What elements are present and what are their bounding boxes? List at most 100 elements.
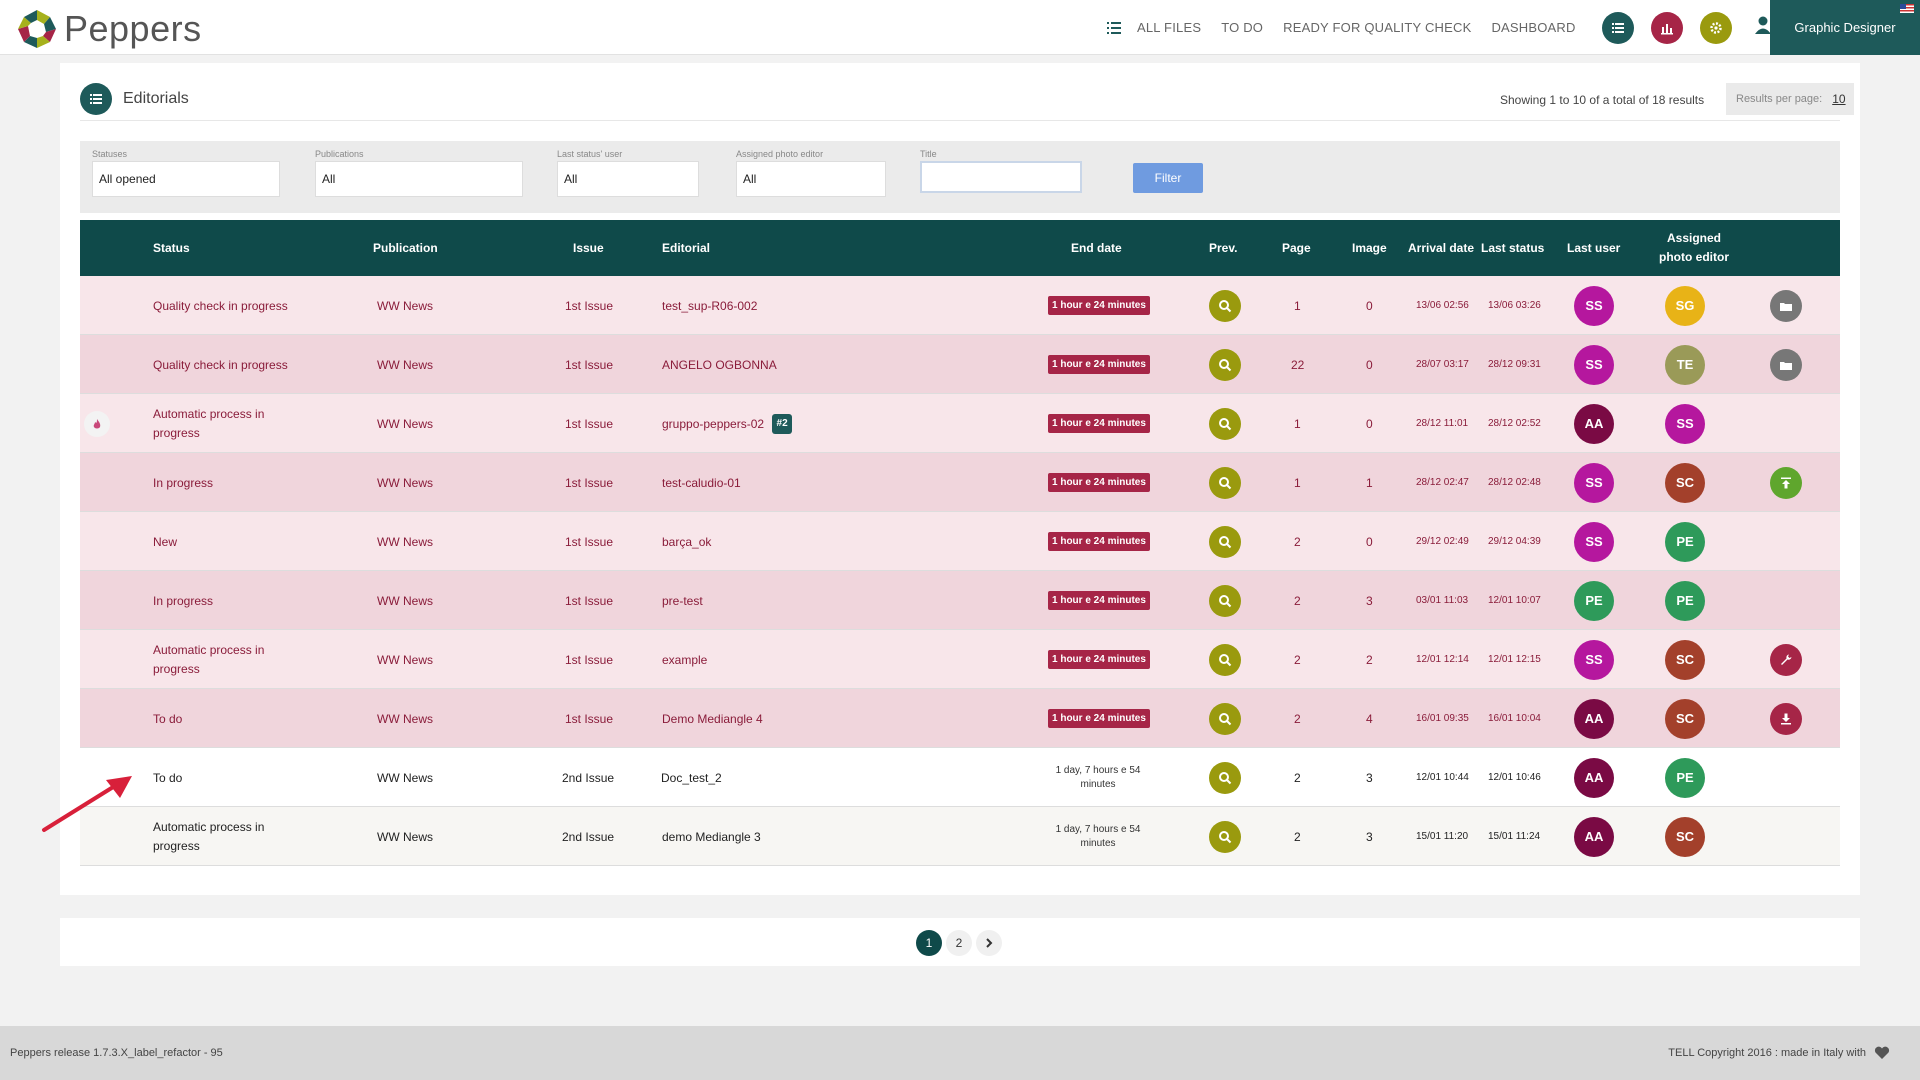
preview-button[interactable] — [1209, 289, 1241, 322]
preview-button[interactable] — [1209, 525, 1241, 558]
col-photo-editor[interactable]: Assigned photo editor — [1644, 220, 1744, 276]
row-editorial[interactable]: gruppo-peppers-02 — [662, 417, 764, 431]
publications-select[interactable]: All — [315, 161, 523, 197]
table-row[interactable]: Automatic process in progress WW News 2n… — [80, 807, 1840, 866]
col-last-user[interactable]: Last user — [1567, 220, 1620, 276]
col-issue[interactable]: Issue — [573, 220, 604, 276]
us-flag-icon[interactable] — [1900, 4, 1914, 13]
list-icon[interactable] — [1105, 19, 1123, 37]
filter-button[interactable]: Filter — [1133, 163, 1203, 193]
avatar[interactable]: SC — [1665, 698, 1705, 739]
row-editorial[interactable]: barça_ok — [662, 512, 711, 571]
table-row[interactable]: To do WW News 1st Issue Demo Mediangle 4… — [80, 689, 1840, 748]
col-page[interactable]: Page — [1282, 220, 1311, 276]
row-editorial[interactable]: test_sup-R06-002 — [662, 276, 757, 335]
avatar[interactable]: AA — [1574, 403, 1614, 444]
avatar[interactable]: AA — [1574, 698, 1614, 739]
page-2-button[interactable]: 2 — [946, 930, 972, 956]
upload-button[interactable] — [1770, 466, 1802, 499]
download-icon — [1781, 713, 1791, 724]
avatar[interactable]: SS — [1574, 462, 1614, 503]
table-row[interactable]: Automatic process in progress WW News 1s… — [80, 630, 1840, 689]
photo-editor-select[interactable]: All — [736, 161, 886, 197]
avatar[interactable]: TE — [1665, 344, 1705, 385]
avatar[interactable]: PE — [1665, 757, 1705, 798]
user-role: Graphic Designer — [1794, 20, 1896, 35]
row-editorial[interactable]: demo Mediangle 3 — [662, 807, 761, 866]
open-folder-button[interactable] — [1770, 289, 1802, 322]
avatar[interactable]: SG — [1665, 285, 1705, 326]
table-row[interactable]: To do WW News 2nd Issue Doc_test_2 1 day… — [80, 748, 1840, 807]
settings-button[interactable] — [1700, 12, 1732, 44]
avatar[interactable]: AA — [1574, 757, 1614, 798]
last-status-user-select[interactable]: All — [557, 161, 699, 197]
row-editorial[interactable]: test-caludio-01 — [662, 453, 741, 512]
col-editorial[interactable]: Editorial — [662, 220, 710, 276]
list-view-button[interactable] — [1602, 12, 1634, 44]
statuses-select[interactable]: All opened — [92, 161, 280, 197]
col-last-status[interactable]: Last status — [1481, 220, 1544, 276]
search-icon — [1219, 299, 1232, 312]
table-row[interactable]: Quality check in progress WW News 1st Is… — [80, 276, 1840, 335]
page-1-button[interactable]: 1 — [916, 930, 942, 956]
preview-button[interactable] — [1209, 466, 1241, 499]
nav-to-do[interactable]: TO DO — [1221, 20, 1263, 35]
row-page: 1 — [1294, 416, 1301, 431]
next-page-button[interactable] — [976, 930, 1002, 956]
row-publication: WW News — [377, 298, 433, 313]
folder-icon — [1780, 302, 1792, 311]
row-editorial[interactable]: pre-test — [662, 571, 703, 630]
nav-dashboard[interactable]: DASHBOARD — [1491, 20, 1575, 35]
avatar[interactable]: SS — [1665, 403, 1705, 444]
preview-button[interactable] — [1209, 702, 1241, 735]
user-role-tab[interactable]: Graphic Designer — [1770, 0, 1920, 55]
end-date-badge: 1 hour e 24 minutes — [1048, 414, 1150, 433]
table-row[interactable]: Quality check in progress WW News 1st Is… — [80, 335, 1840, 394]
row-image: 3 — [1366, 593, 1373, 608]
avatar[interactable]: SS — [1574, 521, 1614, 562]
row-editorial[interactable]: ANGELO OGBONNA — [662, 335, 777, 394]
results-per-page-value[interactable]: 10 — [1832, 92, 1845, 106]
stats-button[interactable] — [1651, 12, 1683, 44]
avatar[interactable]: AA — [1574, 816, 1614, 857]
table-row[interactable]: Automatic process in progress WW News 1s… — [80, 394, 1840, 453]
col-arrival-date[interactable]: Arrival date — [1408, 220, 1474, 276]
download-button[interactable] — [1770, 702, 1802, 735]
row-editorial[interactable]: Doc_test_2 — [661, 748, 722, 807]
avatar[interactable]: PE — [1665, 580, 1705, 621]
tools-button[interactable] — [1770, 643, 1802, 676]
row-editorial[interactable]: Demo Mediangle 4 — [662, 689, 763, 748]
row-issue: 1st Issue — [565, 593, 614, 608]
col-status[interactable]: Status — [153, 220, 190, 276]
title-input[interactable] — [920, 161, 1082, 193]
avatar[interactable]: SC — [1665, 639, 1705, 680]
app-logo[interactable]: Peppers — [16, 8, 202, 50]
avatar[interactable]: PE — [1574, 580, 1614, 621]
nav-ready-for-quality-check[interactable]: READY FOR QUALITY CHECK — [1283, 20, 1471, 35]
table-row[interactable]: In progress WW News 1st Issue pre-test 1… — [80, 571, 1840, 630]
avatar[interactable]: SS — [1574, 344, 1614, 385]
avatar[interactable]: SS — [1574, 285, 1614, 326]
col-end-date[interactable]: End date — [1071, 220, 1122, 276]
row-editorial[interactable]: example — [662, 630, 707, 689]
nav-all-files[interactable]: ALL FILES — [1137, 20, 1201, 35]
row-page: 2 — [1294, 593, 1301, 608]
col-publication[interactable]: Publication — [373, 220, 438, 276]
row-page: 2 — [1294, 829, 1301, 844]
avatar[interactable]: SC — [1665, 816, 1705, 857]
avatar[interactable]: SC — [1665, 462, 1705, 503]
preview-button[interactable] — [1209, 584, 1241, 617]
preview-button[interactable] — [1209, 348, 1241, 381]
preview-button[interactable] — [1209, 407, 1241, 440]
col-image[interactable]: Image — [1352, 220, 1387, 276]
avatar[interactable]: SS — [1574, 639, 1614, 680]
preview-button[interactable] — [1209, 643, 1241, 676]
preview-button[interactable] — [1209, 820, 1241, 853]
table-row[interactable]: New WW News 1st Issue barça_ok 1 hour e … — [80, 512, 1840, 571]
results-per-page[interactable]: Results per page: 10 — [1726, 83, 1854, 115]
last-status-user-filter: Last status' user All — [557, 149, 699, 197]
avatar[interactable]: PE — [1665, 521, 1705, 562]
open-folder-button[interactable] — [1770, 348, 1802, 381]
table-row[interactable]: In progress WW News 1st Issue test-calud… — [80, 453, 1840, 512]
preview-button[interactable] — [1209, 761, 1241, 794]
